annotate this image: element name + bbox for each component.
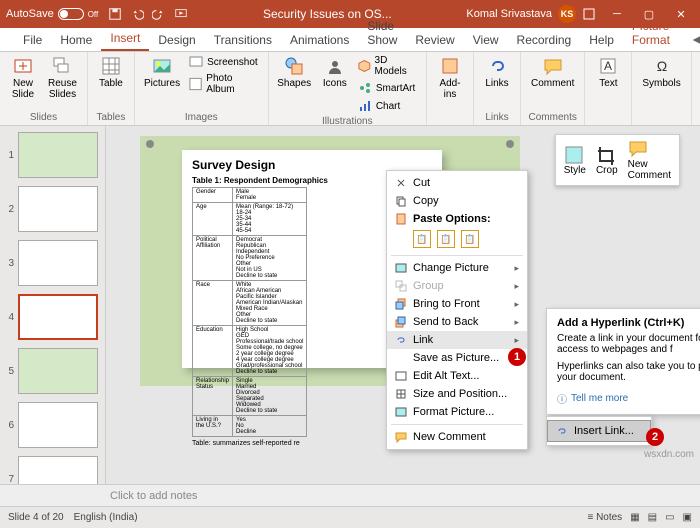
- view-slideshow[interactable]: ▣: [683, 512, 692, 523]
- ctx-alt-text[interactable]: Edit Alt Text...: [387, 367, 527, 385]
- mini-toolbar: Style Crop NewComment: [555, 134, 680, 186]
- ctx-group[interactable]: Group▸: [387, 277, 527, 295]
- notes-bar[interactable]: Click to add notes: [0, 484, 700, 506]
- chart-button[interactable]: Chart: [356, 98, 420, 114]
- canvas: Survey Design Table 1: Respondent Demogr…: [106, 126, 700, 484]
- ctx-paste-label: Paste Options:: [387, 210, 527, 228]
- title-bar: AutoSave Off Security Issues on OS... Ko…: [0, 0, 700, 28]
- reuse-slides-button[interactable]: ReuseSlides: [44, 54, 81, 102]
- style-button[interactable]: Style: [564, 145, 586, 176]
- svg-text:A: A: [604, 59, 612, 73]
- svg-text:Ω: Ω: [656, 58, 666, 74]
- ctx-new-comment[interactable]: New Comment: [387, 428, 527, 446]
- thumbnail-1[interactable]: [18, 132, 98, 178]
- document-title: Security Issues on OS...: [188, 7, 466, 21]
- user-area[interactable]: Komal Srivastava KS: [466, 5, 596, 23]
- tab-review[interactable]: Review: [406, 29, 463, 51]
- ctx-format-picture[interactable]: Format Picture...: [387, 403, 527, 421]
- tell-me-more[interactable]: ⓘTell me more: [557, 391, 700, 406]
- smartart-button[interactable]: SmartArt: [356, 80, 420, 96]
- slide-thumbnails: 1 2 3 4 5 6 7: [0, 126, 106, 484]
- comment-button[interactable]: Comment: [527, 54, 578, 91]
- start-icon[interactable]: [174, 7, 188, 21]
- slide-indicator[interactable]: Slide 4 of 20: [8, 512, 64, 523]
- ctx-cut[interactable]: Cut: [387, 174, 527, 192]
- tab-design[interactable]: Design: [149, 29, 204, 51]
- pictures-button[interactable]: Pictures: [141, 54, 183, 91]
- context-menu: Cut Copy Paste Options: 📋 📋 📋 Change Pic…: [386, 170, 528, 450]
- tab-transitions[interactable]: Transitions: [205, 29, 281, 51]
- new-slide-button[interactable]: NewSlide: [6, 54, 40, 102]
- tab-insert[interactable]: Insert: [101, 27, 149, 51]
- shapes-button[interactable]: Shapes: [275, 54, 314, 91]
- save-icon[interactable]: [108, 7, 122, 21]
- quick-access-toolbar: [108, 7, 188, 21]
- survey-table: GenderMaleFemale AgeMean (Range: 18-72)1…: [192, 187, 307, 437]
- tab-slideshow[interactable]: Slide Show: [358, 15, 406, 51]
- hyperlink-tooltip: Add a Hyperlink (Ctrl+K) Create a link i…: [546, 308, 700, 415]
- tab-picture-format[interactable]: Picture Format: [623, 15, 684, 51]
- thumbnail-5[interactable]: [18, 348, 98, 394]
- thumbnail-6[interactable]: [18, 402, 98, 448]
- text-button[interactable]: AText: [591, 54, 625, 91]
- ribbon: NewSlide ReuseSlides Slides Table Tables…: [0, 52, 700, 126]
- tab-view[interactable]: View: [464, 29, 508, 51]
- thumbnail-7[interactable]: [18, 456, 98, 484]
- workspace: 1 2 3 4 5 6 7 Survey Design Table 1: Res…: [0, 126, 700, 484]
- ribbon-tabs: File Home Insert Design Transitions Anim…: [0, 28, 700, 52]
- undo-icon[interactable]: [130, 7, 144, 21]
- share-button[interactable]: [684, 29, 700, 51]
- view-sorter[interactable]: ▤: [648, 512, 657, 523]
- ctx-link[interactable]: Link▸: [387, 331, 527, 349]
- marker-1: 1: [508, 348, 526, 366]
- link-submenu: Insert Link...: [546, 416, 652, 446]
- addins-button[interactable]: Add-ins: [433, 54, 467, 102]
- table-button[interactable]: Table: [94, 54, 128, 91]
- ctx-send-back[interactable]: Send to Back▸: [387, 313, 527, 331]
- notes-toggle[interactable]: ≡ Notes: [587, 512, 622, 523]
- ctx-copy[interactable]: Copy: [387, 192, 527, 210]
- tab-animations[interactable]: Animations: [281, 29, 358, 51]
- paste-opt-1[interactable]: 📋: [413, 230, 431, 248]
- ctx-bring-front[interactable]: Bring to Front▸: [387, 295, 527, 313]
- watermark: wsxdn.com: [644, 449, 694, 460]
- marker-2: 2: [646, 428, 664, 446]
- avatar: KS: [558, 5, 576, 23]
- paste-opt-3[interactable]: 📋: [461, 230, 479, 248]
- paste-opt-2[interactable]: 📋: [437, 230, 455, 248]
- ctx-save-picture[interactable]: Save as Picture...: [387, 349, 527, 367]
- crop-button[interactable]: Crop: [596, 145, 618, 176]
- photo-album-button[interactable]: Photo Album: [187, 72, 262, 96]
- autosave-toggle[interactable]: AutoSave Off: [6, 8, 98, 20]
- paste-options: 📋 📋 📋: [387, 228, 527, 252]
- language-indicator[interactable]: English (India): [74, 512, 138, 523]
- 3d-models-button[interactable]: 3D Models: [356, 54, 420, 78]
- thumbnail-2[interactable]: [18, 186, 98, 232]
- ctx-size-position[interactable]: Size and Position...: [387, 385, 527, 403]
- ribbon-options-icon[interactable]: [582, 7, 596, 21]
- thumbnail-4[interactable]: [18, 294, 98, 340]
- view-reading[interactable]: ▭: [665, 512, 674, 523]
- tab-help[interactable]: Help: [580, 29, 623, 51]
- insert-link[interactable]: Insert Link...: [547, 420, 651, 442]
- symbols-button[interactable]: ΩSymbols: [638, 54, 684, 91]
- ctx-change-picture[interactable]: Change Picture▸: [387, 259, 527, 277]
- view-normal[interactable]: ▦: [630, 512, 639, 523]
- new-comment-button[interactable]: NewComment: [628, 139, 671, 181]
- status-bar: Slide 4 of 20 English (India) ≡ Notes ▦ …: [0, 506, 700, 528]
- screenshot-button[interactable]: Screenshot: [187, 54, 262, 70]
- thumbnail-3[interactable]: [18, 240, 98, 286]
- icons-button[interactable]: Icons: [318, 54, 352, 91]
- links-button[interactable]: Links: [480, 54, 514, 91]
- tab-home[interactable]: Home: [51, 29, 101, 51]
- tab-file[interactable]: File: [14, 29, 51, 51]
- redo-icon[interactable]: [152, 7, 166, 21]
- tab-recording[interactable]: Recording: [508, 29, 581, 51]
